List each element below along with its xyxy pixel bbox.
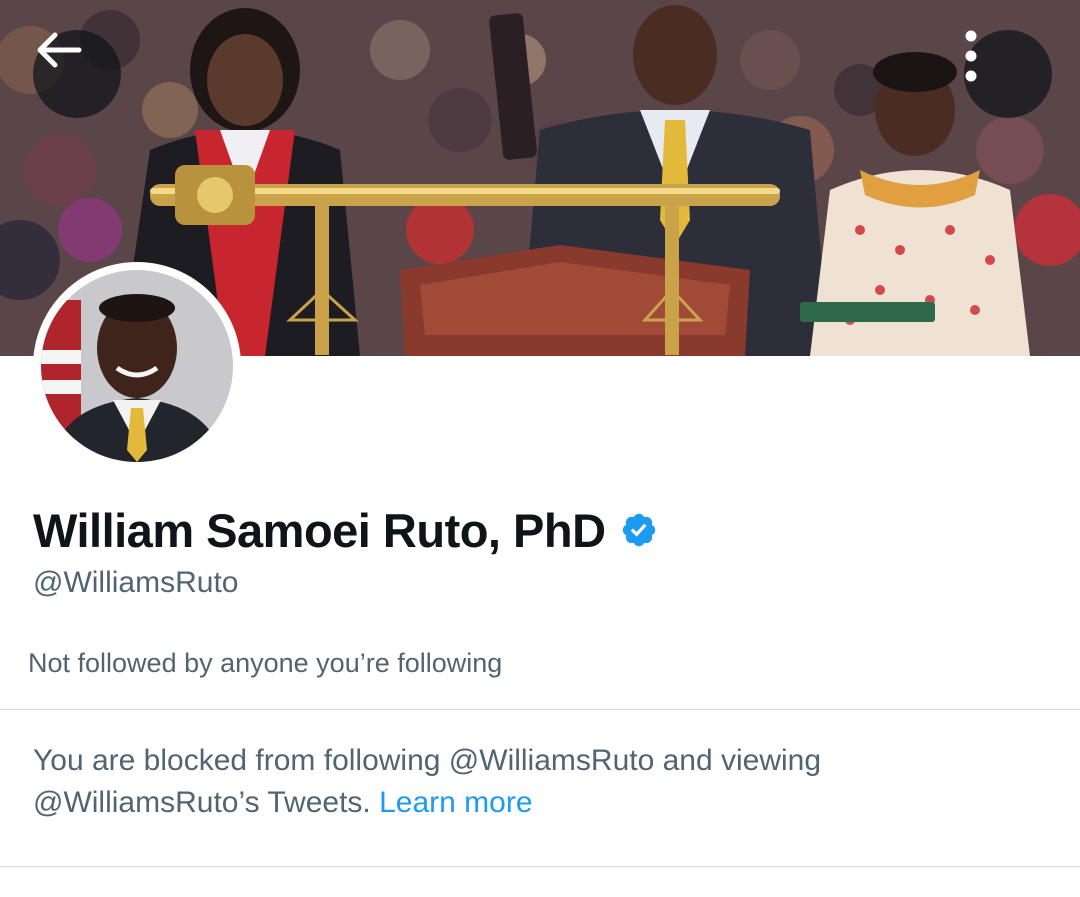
more-options-button[interactable] (964, 30, 1052, 118)
learn-more-link[interactable]: Learn more (379, 786, 532, 819)
user-handle: @WilliamsRuto (33, 566, 239, 599)
followers-you-know: Not followed by anyone you’re following (28, 648, 503, 678)
more-vertical-icon (965, 30, 977, 82)
blocked-notice: You are blocked from following @Williams… (33, 740, 1033, 824)
avatar[interactable] (33, 262, 241, 470)
verified-badge-icon[interactable] (620, 511, 658, 549)
arrow-left-icon (37, 32, 82, 68)
divider (0, 709, 1080, 710)
divider (0, 866, 1080, 867)
avatar-image (41, 270, 233, 462)
display-name: William Samoei Ruto, PhD (33, 503, 606, 557)
back-button[interactable] (33, 30, 121, 118)
name-row: William Samoei Ruto, PhD (33, 500, 658, 560)
